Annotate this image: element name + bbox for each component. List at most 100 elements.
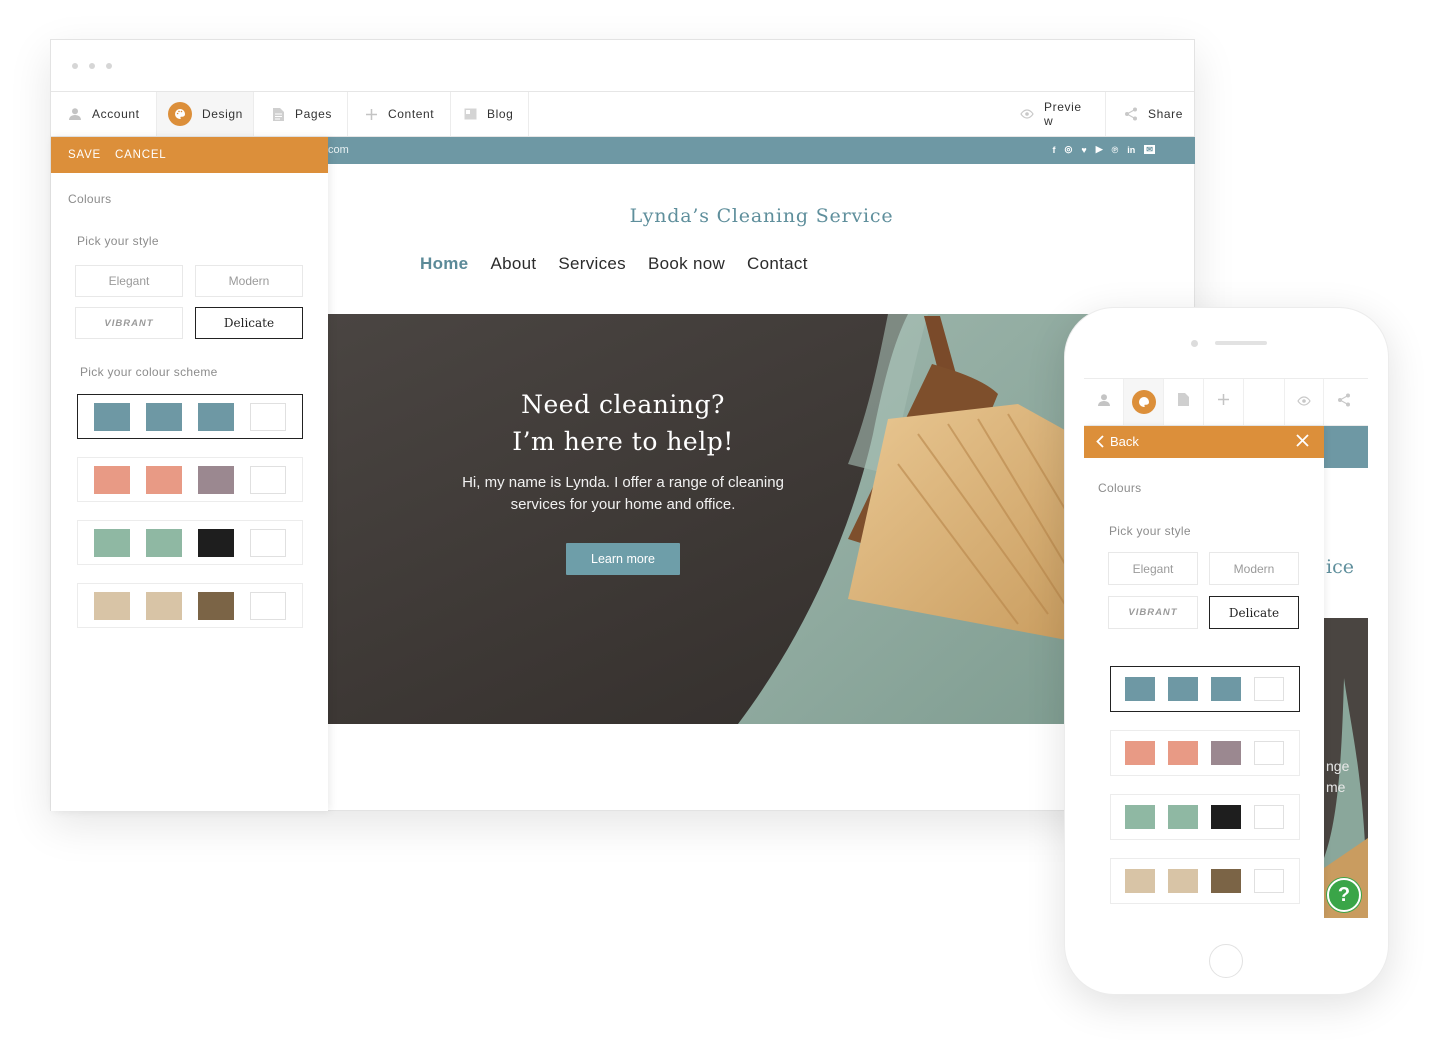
preview-tab[interactable]: Preview (1006, 92, 1105, 136)
instagram-icon[interactable]: ◎ (1065, 144, 1073, 155)
nav-home[interactable]: Home (420, 254, 468, 274)
colour-swatch (1168, 869, 1198, 893)
site-topbar: com f ◎ ♥ ▶ ℗ in ✉ (328, 137, 1195, 164)
panel-header: SAVE CANCEL (51, 137, 328, 173)
blog-tab[interactable]: Blog (451, 92, 529, 136)
blog-label: Blog (487, 107, 514, 121)
style-vibrant-button[interactable]: VIBRANT (75, 307, 183, 339)
domain-text: com (328, 144, 349, 156)
phone-preview-tab[interactable] (1284, 379, 1324, 425)
phone-content-tab[interactable] (1204, 379, 1244, 425)
cancel-button[interactable]: CANCEL (115, 149, 166, 161)
colour-swatch (94, 529, 130, 557)
hero-title-line: I’m here to help! (512, 427, 734, 456)
linkedin-icon[interactable]: in (1127, 145, 1135, 155)
phone-home-button[interactable] (1209, 944, 1243, 978)
colour-swatch (198, 466, 234, 494)
colour-scheme-option[interactable] (1110, 858, 1300, 904)
share-label: Share (1148, 107, 1184, 121)
colour-swatch (198, 403, 234, 431)
style-modern-button[interactable]: Modern (195, 265, 303, 297)
phone-account-tab[interactable] (1084, 379, 1124, 425)
phone-brand-fragment: ice (1326, 556, 1354, 578)
save-button[interactable]: SAVE (68, 149, 101, 161)
colour-scheme-option[interactable] (1110, 666, 1300, 712)
colour-swatch (250, 466, 286, 494)
colour-swatch (1125, 869, 1155, 893)
phone-style-delicate-button[interactable]: Delicate (1209, 596, 1299, 629)
style-delicate-button[interactable]: Delicate (195, 307, 303, 339)
site-brand[interactable]: Lynda’s Cleaning Service (328, 205, 1195, 227)
colour-swatch (1254, 677, 1284, 701)
colour-swatch (146, 403, 182, 431)
colour-swatch (94, 403, 130, 431)
nav-contact[interactable]: Contact (747, 254, 808, 274)
user-icon (1097, 393, 1111, 412)
twitter-icon[interactable]: ♥ (1081, 145, 1086, 155)
phone-style-modern-button[interactable]: Modern (1209, 552, 1299, 585)
back-button[interactable]: Back (1096, 434, 1139, 449)
nav-about[interactable]: About (490, 254, 536, 274)
close-icon[interactable] (1295, 433, 1310, 453)
nav-services[interactable]: Services (558, 254, 626, 274)
colour-swatch (198, 592, 234, 620)
colour-scheme-option[interactable] (77, 394, 303, 439)
phone-pages-tab[interactable] (1164, 379, 1204, 425)
colour-swatch (1125, 805, 1155, 829)
colour-swatch (146, 592, 182, 620)
palette-icon (1131, 390, 1156, 414)
style-elegant-button[interactable]: Elegant (75, 265, 183, 297)
colour-scheme-option[interactable] (1110, 730, 1300, 776)
back-label: Back (1110, 434, 1139, 449)
colour-swatch (1254, 741, 1284, 765)
pick-style-label: Pick your style (77, 234, 159, 248)
colour-swatch (1211, 741, 1241, 765)
colour-scheme-option[interactable] (77, 520, 303, 565)
design-label: Design (202, 107, 243, 121)
help-button[interactable]: ? (1327, 878, 1361, 912)
colour-scheme-option[interactable] (77, 583, 303, 628)
colour-swatch (1125, 677, 1155, 701)
colours-heading: Colours (68, 192, 112, 206)
plus-icon (365, 108, 378, 121)
colour-scheme-option[interactable] (77, 457, 303, 502)
design-panel: SAVE CANCEL Colours Pick your style Eleg… (51, 137, 328, 811)
mail-icon[interactable]: ✉ (1144, 145, 1155, 154)
colour-swatch (1168, 677, 1198, 701)
phone-panel-header: Back (1084, 426, 1324, 458)
pages-tab[interactable]: Pages (254, 92, 348, 136)
eye-icon (1020, 109, 1034, 119)
user-icon (68, 107, 82, 121)
content-tab[interactable]: Content (348, 92, 451, 136)
design-tab[interactable]: Design (157, 92, 254, 136)
phone-share-tab[interactable] (1324, 379, 1364, 425)
youtube-icon[interactable]: ▶ (1096, 144, 1103, 155)
colour-swatch (94, 592, 130, 620)
site-nav: Home About Services Book now Contact (420, 254, 808, 274)
pinterest-icon[interactable]: ℗ (1112, 145, 1119, 155)
phone-style-vibrant-button[interactable]: VIBRANT (1108, 596, 1198, 629)
pages-label: Pages (295, 107, 333, 121)
phone-hero-text: nge me (1326, 756, 1349, 798)
social-links: f ◎ ♥ ▶ ℗ in ✉ (1053, 144, 1155, 155)
share-icon (1337, 393, 1351, 412)
phone-site-topbar (1324, 426, 1368, 468)
phone-style-elegant-button[interactable]: Elegant (1108, 552, 1198, 585)
account-tab[interactable]: Account (51, 92, 157, 136)
preview-label: Preview (1044, 100, 1082, 128)
hero-text: Hi, my name is Lynda. I offer a range of… (428, 472, 818, 516)
colour-swatch (1125, 741, 1155, 765)
facebook-icon[interactable]: f (1053, 145, 1056, 155)
colour-swatch (1211, 677, 1241, 701)
editor-toolbar: Account Design Pages Content Blog Previe… (51, 92, 1194, 137)
nav-book-now[interactable]: Book now (648, 254, 725, 274)
hero-text-line: services for your home and office. (510, 496, 736, 513)
phone-design-tab[interactable] (1124, 379, 1164, 425)
colour-swatch (1211, 805, 1241, 829)
colour-scheme-option[interactable] (1110, 794, 1300, 840)
share-tab[interactable]: Share (1105, 92, 1195, 136)
palette-icon (168, 102, 192, 126)
share-icon (1124, 107, 1138, 121)
learn-more-button[interactable]: Learn more (566, 543, 680, 575)
colour-swatch (1168, 805, 1198, 829)
